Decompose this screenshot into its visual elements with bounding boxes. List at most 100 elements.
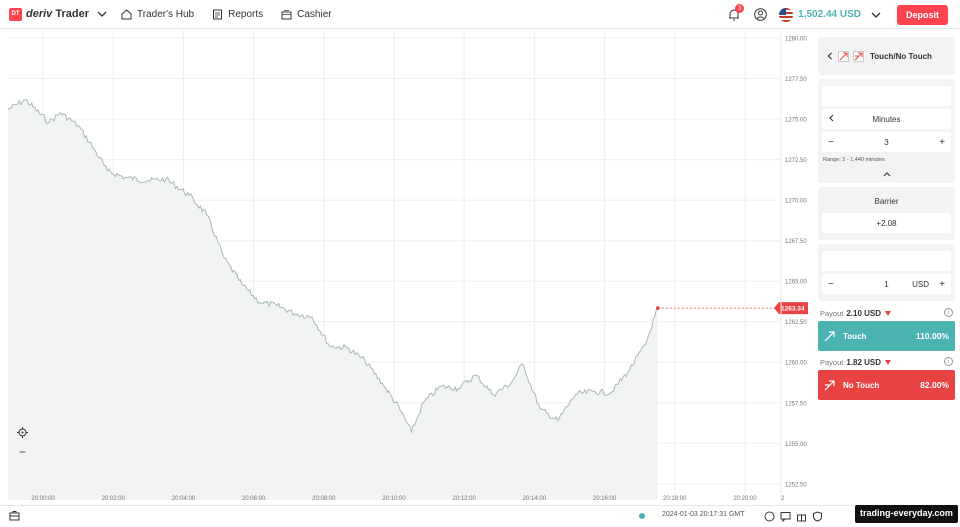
decrease-duration-button[interactable]: −: [828, 137, 834, 148]
watermark: trading-everyday.com: [855, 505, 958, 523]
stake-currency: USD: [912, 279, 929, 289]
chart-canvas[interactable]: 1263.34 1280.00 1277.50 1275.00 1272.50 1270…: [0, 30, 812, 510]
nav-label: Trader's Hub: [137, 8, 195, 20]
stake-value[interactable]: 1: [884, 280, 888, 289]
stake-stepper[interactable]: − 1 USD +: [822, 274, 951, 294]
cashier-icon: [281, 9, 292, 19]
purchase-touch: Payout 2.10 USD i Touch 110.00%: [818, 305, 955, 351]
reports-icon: [213, 9, 223, 19]
nav-cashier[interactable]: Cashier: [281, 8, 332, 20]
collapse-button[interactable]: [822, 167, 951, 179]
whatsapp-icon[interactable]: [764, 509, 775, 527]
nav-traders-hub[interactable]: Trader's Hub: [121, 9, 194, 20]
payout-down-icon: [885, 311, 892, 316]
x-tick-label: 20:06:00: [242, 496, 266, 502]
barrier-input[interactable]: +2.08: [822, 213, 951, 233]
x-tick-label: 20:20:00: [733, 496, 757, 502]
chevron-down-icon[interactable]: [97, 9, 107, 19]
notouch-percentage: 82.00%: [920, 380, 949, 390]
logo-product: Trader: [55, 8, 89, 20]
no-touch-icon: [824, 379, 835, 391]
trade-type-label: Touch/No Touch: [870, 51, 932, 61]
touch-icon: [824, 330, 835, 342]
x-tick-label: 20:14:00: [523, 496, 547, 502]
chat-icon[interactable]: [780, 509, 791, 527]
info-icon[interactable]: i: [944, 308, 953, 317]
trade-panel: Touch/No Touch Minutes − 3 + Range: 2 - …: [818, 37, 955, 403]
touch-percentage: 110.00%: [915, 331, 949, 341]
app-logo[interactable]: DT deriv Trader: [9, 7, 107, 21]
y-tick-label: 1257.50: [785, 401, 807, 407]
touch-icon: [838, 50, 849, 62]
info-icon[interactable]: i: [944, 357, 953, 366]
account-button[interactable]: [754, 8, 767, 21]
y-tick-label: 1260.00: [785, 361, 807, 367]
connection-status-dot: [639, 513, 645, 519]
stake-tabs[interactable]: [822, 251, 951, 271]
account-switcher-icon[interactable]: [9, 510, 20, 521]
x-tick-label: 20:04:00: [172, 496, 196, 502]
nav-label: Reports: [228, 8, 264, 20]
duration-unit-select[interactable]: Minutes: [822, 109, 951, 129]
notification-badge: 3: [735, 4, 745, 13]
logo-badge: DT: [9, 7, 22, 21]
notouch-payout-value: 1.82 USD: [846, 358, 882, 367]
chevron-left-icon[interactable]: [828, 114, 835, 125]
x-tick-label: 20:10:00: [382, 496, 406, 502]
current-price-marker: [655, 306, 660, 310]
current-price-tag: 1263.34: [774, 302, 808, 315]
barrier-label: Barrier: [874, 197, 899, 206]
current-price-label: 1263.34: [781, 305, 805, 312]
notifications-button[interactable]: 3: [728, 4, 745, 21]
chevron-left-icon: [827, 52, 832, 60]
no-touch-button[interactable]: No Touch 82.00%: [818, 370, 955, 400]
logo-brand: deriv: [26, 8, 53, 20]
y-tick-label: 1270.00: [785, 199, 807, 205]
duration-tabs[interactable]: [822, 86, 951, 106]
user-icon: [754, 8, 767, 21]
payout-label: Payout: [820, 358, 844, 367]
main-nav: Trader's Hub Reports Cashier: [121, 9, 350, 20]
notouch-label: No Touch: [843, 380, 880, 390]
duration-unit: Minutes: [872, 114, 901, 124]
duration-stepper[interactable]: − 3 +: [822, 132, 951, 152]
server-time: 2024-01-03 20:17:31 GMT: [662, 511, 745, 518]
increase-stake-button[interactable]: +: [939, 279, 945, 290]
y-tick-label: 1280.00: [785, 37, 807, 43]
decrease-stake-button[interactable]: −: [828, 279, 834, 290]
crosshair-button[interactable]: [15, 425, 30, 440]
increase-duration-button[interactable]: +: [939, 137, 945, 148]
price-chart[interactable]: 1263.34 1280.00 1277.50 1275.00 1272.50 1270…: [0, 30, 812, 510]
gift-icon[interactable]: [796, 509, 807, 527]
trade-type-selector[interactable]: Touch/No Touch: [818, 37, 955, 75]
x-axis-extra: 2: [781, 496, 785, 502]
deposit-button[interactable]: Deposit: [896, 4, 948, 25]
stake-card: − 1 USD +: [818, 244, 955, 301]
status-bar: 2024-01-03 20:17:31 GMT: [0, 505, 960, 525]
y-tick-label: 1277.50: [785, 77, 807, 83]
duration-value[interactable]: 3: [884, 138, 888, 147]
x-tick-label: 20:12:00: [453, 496, 477, 502]
y-tick-label: 1265.00: [785, 280, 807, 286]
touch-label: Touch: [843, 331, 867, 341]
nav-label: Cashier: [297, 8, 332, 20]
top-header: DT deriv Trader Trader's Hub Reports Cas…: [0, 0, 960, 29]
payout-down-icon: [885, 360, 892, 365]
no-touch-icon: [853, 50, 864, 62]
y-tick-label: 1275.00: [785, 118, 807, 124]
x-tick-label: 20:16:00: [593, 496, 617, 502]
payout-label: Payout: [820, 309, 844, 318]
y-tick-label: 1262.50: [785, 320, 807, 326]
shield-icon[interactable]: [812, 509, 823, 527]
zoom-out-button[interactable]: −: [15, 444, 30, 459]
y-tick-label: 1252.50: [785, 482, 807, 488]
y-tick-label: 1272.50: [785, 158, 807, 164]
duration-range-hint: Range: 2 - 1,440 minutes: [823, 157, 885, 163]
x-tick-label: 20:08:00: [312, 496, 336, 502]
nav-reports[interactable]: Reports: [212, 9, 263, 20]
touch-button[interactable]: Touch 110.00%: [818, 321, 955, 351]
x-tick-label: 20:18:00: [663, 496, 687, 502]
account-balance[interactable]: 1,502.44 USD: [798, 9, 861, 20]
chevron-down-icon[interactable]: [871, 10, 881, 20]
duration-card: Minutes − 3 + Range: 2 - 1,440 minutes: [818, 79, 955, 183]
